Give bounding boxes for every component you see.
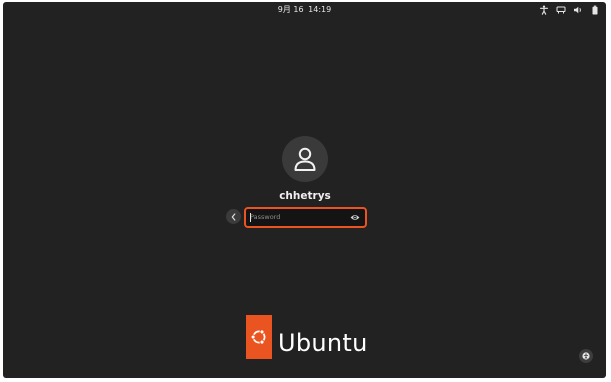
accessibility-menu-button[interactable] bbox=[579, 349, 593, 363]
clock-date: 9月 16 bbox=[277, 5, 304, 14]
system-tray[interactable] bbox=[539, 4, 600, 16]
clock[interactable]: 9月 16 14:19 bbox=[3, 4, 606, 16]
back-button[interactable] bbox=[226, 209, 241, 224]
circle-of-friends-icon bbox=[250, 329, 266, 345]
user-avatar-icon bbox=[294, 147, 316, 171]
user-avatar bbox=[282, 136, 328, 182]
chevron-left-icon bbox=[231, 212, 236, 221]
clock-time: 14:19 bbox=[308, 5, 332, 14]
ubuntu-logo bbox=[246, 315, 272, 359]
text-cursor bbox=[250, 213, 251, 222]
eye-icon[interactable] bbox=[350, 213, 360, 222]
accessibility-icon[interactable] bbox=[539, 5, 549, 15]
network-icon[interactable] bbox=[556, 5, 566, 15]
volume-icon[interactable] bbox=[573, 5, 583, 15]
login-screen: 9月 16 14:19 chhetrys Ubuntu bbox=[3, 2, 606, 378]
top-bar: 9月 16 14:19 bbox=[3, 2, 606, 18]
battery-icon[interactable] bbox=[590, 5, 600, 15]
username-label: chhetrys bbox=[279, 190, 331, 202]
password-input[interactable] bbox=[246, 209, 350, 226]
password-field[interactable] bbox=[244, 207, 367, 228]
ubuntu-wordmark: Ubuntu bbox=[278, 329, 368, 357]
accessibility-menu-icon bbox=[582, 352, 590, 360]
